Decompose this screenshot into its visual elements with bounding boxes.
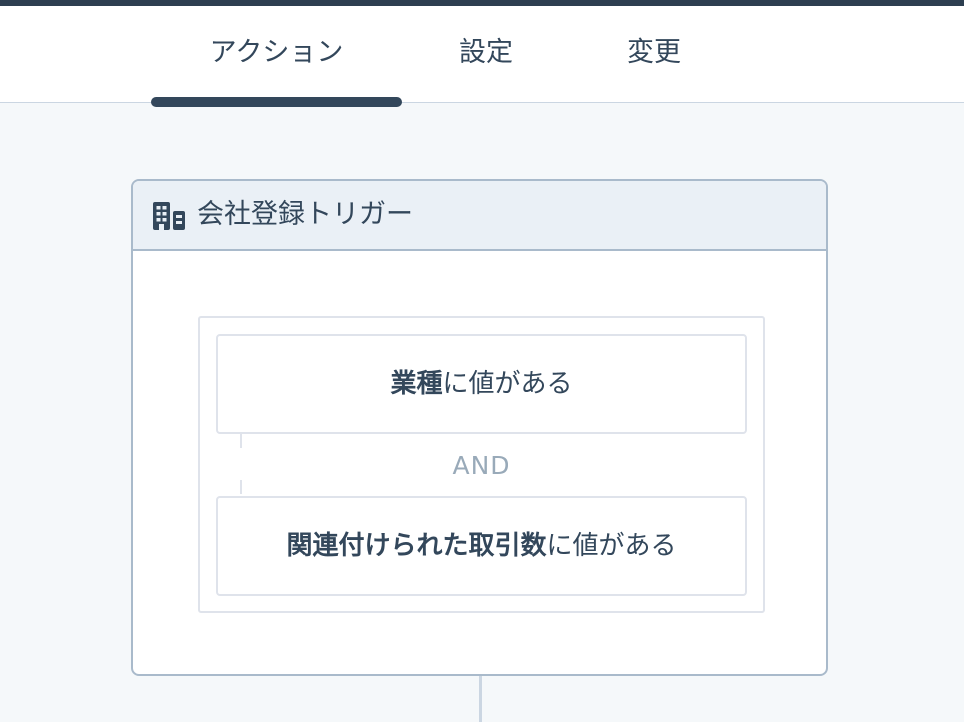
filter-condition-associated-deals[interactable]: 関連付けられた取引数に値がある	[216, 496, 747, 596]
workflow-connector-line	[479, 676, 482, 722]
active-tab-indicator	[151, 97, 402, 107]
filter-condition-industry[interactable]: 業種に値がある	[216, 334, 747, 434]
tab-changes[interactable]: 変更	[608, 6, 700, 102]
tab-bar: アクション 設定 変更	[0, 6, 964, 107]
trigger-card-header[interactable]: 会社登録トリガー	[133, 181, 826, 251]
tab-settings[interactable]: 設定	[440, 6, 532, 102]
condition-operator: に値がある	[546, 531, 677, 561]
and-operator-label: AND	[452, 451, 511, 480]
condition-property: 関連付けられた取引数	[286, 531, 547, 561]
connector-line	[240, 480, 242, 494]
company-icon	[153, 202, 185, 230]
trigger-card-title: 会社登録トリガー	[197, 199, 413, 230]
filter-group: 業種に値がある AND 関連付けられた取引数に値がある	[198, 316, 765, 613]
tab-actions[interactable]: アクション	[151, 6, 402, 102]
condition-property: 業種	[390, 369, 443, 399]
trigger-card: 会社登録トリガー 業種に値がある AND 関連付けられた取引数に値がある	[131, 179, 828, 676]
connector-line	[240, 434, 242, 448]
condition-operator: に値がある	[442, 369, 573, 399]
